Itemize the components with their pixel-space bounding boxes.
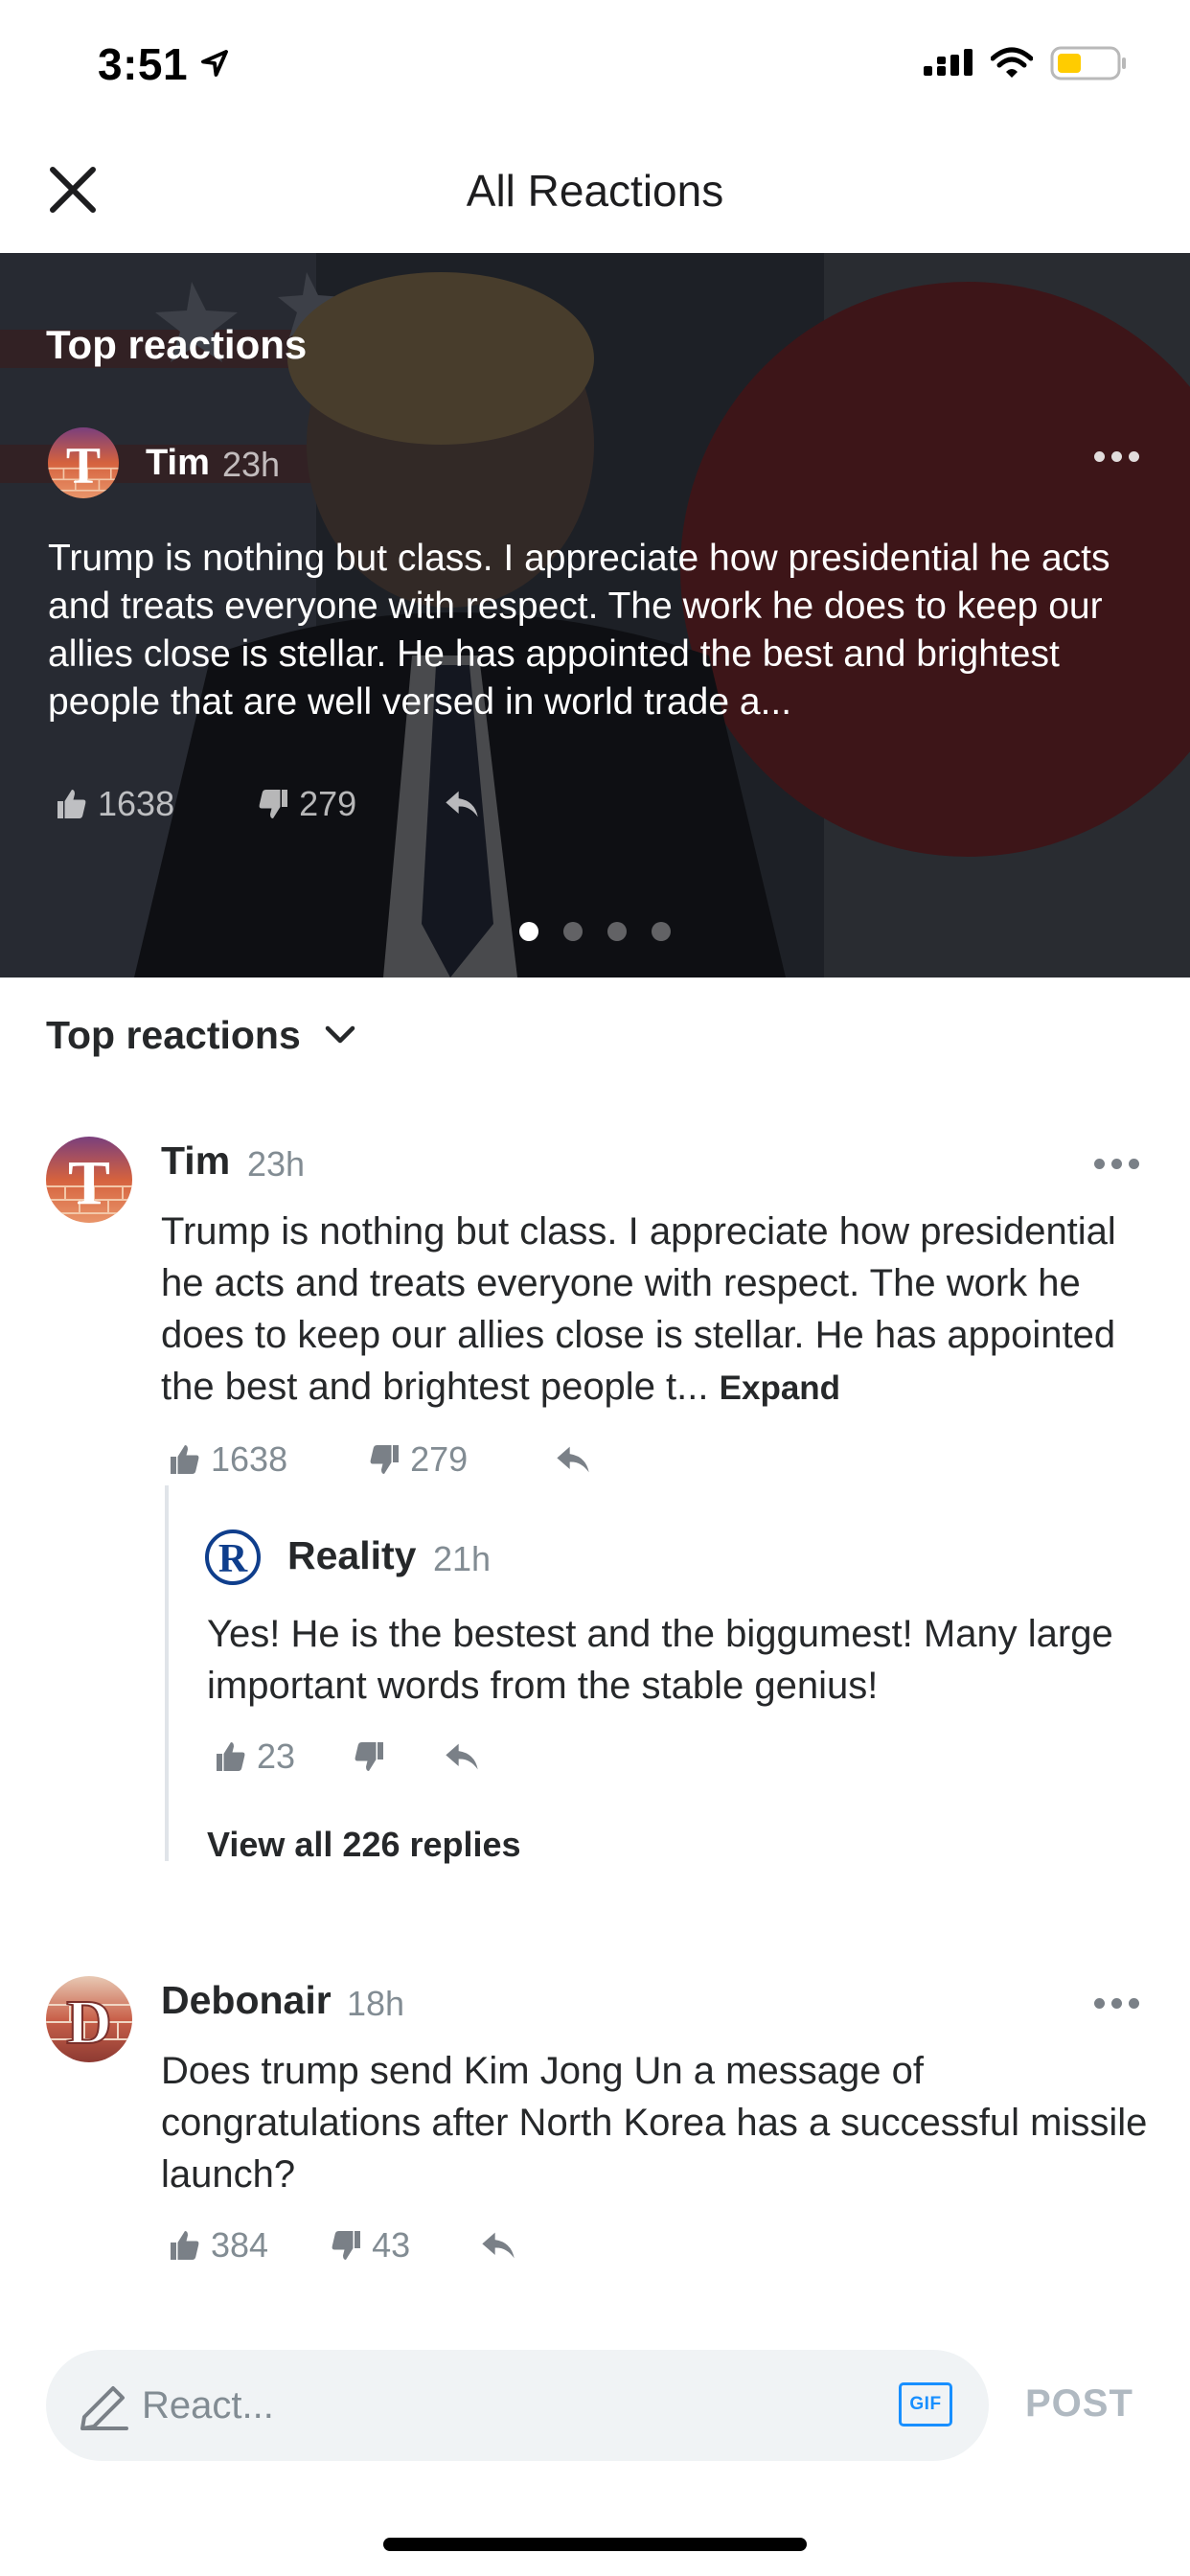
- comment-text[interactable]: Trump is nothing but class. I appreciate…: [161, 1206, 1157, 1414]
- page-dot-active[interactable]: [519, 922, 538, 941]
- avatar[interactable]: R: [205, 1530, 261, 1585]
- carousel-pagination: [0, 922, 1190, 941]
- status-time: 3:51: [98, 39, 189, 89]
- avatar-t-image: T: [48, 427, 119, 498]
- status-icons: [924, 42, 1127, 84]
- reply-button[interactable]: [479, 2229, 517, 2262]
- hero-author[interactable]: Tim: [146, 443, 210, 484]
- more-options-button[interactable]: [1085, 435, 1148, 477]
- thumbs-up-icon: [57, 790, 86, 818]
- pencil-icon: [80, 2386, 128, 2430]
- gif-button[interactable]: GIF: [899, 2382, 952, 2426]
- comment-item: T Tim 23h Trump is nothing but class. I …: [0, 1137, 1190, 1884]
- home-indicator: [383, 2538, 807, 2551]
- comment-text[interactable]: Does trump send Kim Jong Un a message of…: [161, 2045, 1157, 2200]
- like-button[interactable]: 23: [213, 1736, 295, 1777]
- svg-text:T: T: [68, 1148, 110, 1218]
- svg-text:T: T: [66, 437, 101, 494]
- reply-timestamp: 21h: [433, 1539, 492, 1578]
- like-button[interactable]: 384: [167, 2225, 268, 2266]
- avatar[interactable]: D: [46, 1976, 132, 2062]
- avatar-t-image: T: [46, 1137, 132, 1223]
- more-icon: [1093, 450, 1105, 462]
- top-reactions-carousel[interactable]: Top reactions T Tim 23h Trump is nothing…: [0, 253, 1190, 978]
- reply-text[interactable]: Yes! He is the bestest and the biggumest…: [207, 1608, 1146, 1712]
- comment-actions: 1638 279: [167, 1436, 592, 1484]
- dislike-button[interactable]: 43: [328, 2225, 410, 2266]
- post-button[interactable]: POST: [1025, 2382, 1133, 2426]
- svg-text:R: R: [218, 1537, 248, 1581]
- like-button[interactable]: 1638: [54, 784, 174, 824]
- dislike-count: 279: [299, 784, 357, 823]
- more-options-button[interactable]: [1085, 1144, 1148, 1183]
- hero-reaction-card: Top reactions T Tim 23h Trump is nothing…: [0, 253, 1190, 978]
- thumbs-up-icon: [217, 1742, 245, 1771]
- reply-icon: [446, 791, 478, 817]
- more-icon: [1093, 1997, 1105, 2009]
- avatar-r-image: R: [205, 1530, 261, 1585]
- comment-actions: 384 43: [167, 2221, 517, 2269]
- hero-timestamp: 23h: [222, 445, 281, 484]
- react-composer[interactable]: GIF: [46, 2350, 989, 2461]
- like-count: 1638: [211, 1439, 288, 1479]
- status-bar: 3:51: [0, 0, 1190, 130]
- avatar[interactable]: T: [46, 1137, 132, 1223]
- dislike-button[interactable]: 279: [366, 1439, 468, 1480]
- header: All Reactions: [0, 130, 1190, 253]
- comment-item: D Debonair 18h Does trump send Kim Jong …: [0, 1976, 1190, 2321]
- dislike-button[interactable]: 279: [255, 784, 356, 824]
- wifi-icon: [991, 47, 1033, 78]
- reply-actions: 23: [213, 1733, 481, 1781]
- avatar-d-image: D: [46, 1976, 132, 2062]
- reply-button[interactable]: [443, 788, 481, 820]
- comment-timestamp: 18h: [347, 1984, 405, 2023]
- like-count: 384: [211, 2225, 269, 2265]
- location-arrow-icon: [201, 50, 228, 77]
- reply-icon: [557, 1446, 589, 1473]
- page-dot[interactable]: [563, 922, 583, 941]
- comment-body: Trump is nothing but class. I appreciate…: [161, 1210, 1116, 1408]
- comment-timestamp: 23h: [247, 1144, 306, 1184]
- thumbs-down-icon: [370, 1445, 400, 1474]
- battery-icon: [1050, 46, 1126, 80]
- page-dot[interactable]: [607, 922, 627, 941]
- dislike-count: 279: [410, 1439, 469, 1479]
- comment-author[interactable]: Tim: [161, 1138, 230, 1184]
- reply-thread-line: [165, 1485, 169, 1861]
- page-title: All Reactions: [466, 166, 724, 216]
- like-count: 1638: [98, 784, 175, 823]
- svg-text:D: D: [66, 1988, 112, 2058]
- reply-button[interactable]: [554, 1443, 592, 1476]
- reply-icon: [446, 1743, 478, 1770]
- react-input[interactable]: [142, 2377, 889, 2434]
- thumbs-up-icon: [171, 2231, 199, 2260]
- hero-actions: 1638 279: [54, 780, 481, 828]
- thumbs-down-icon: [332, 2231, 361, 2260]
- sort-dropdown[interactable]: Top reactions: [46, 1008, 356, 1062]
- dislike-button[interactable]: [351, 1739, 387, 1774]
- thumbs-down-icon: [355, 1742, 384, 1771]
- chevron-down-icon: [325, 1025, 355, 1044]
- signal-icon: [924, 49, 973, 76]
- avatar[interactable]: T: [48, 427, 119, 498]
- reply-button[interactable]: [443, 1740, 481, 1773]
- hero-heading: Top reactions: [46, 322, 308, 367]
- reply-icon: [482, 2232, 515, 2259]
- more-icon: [1093, 1158, 1105, 1169]
- more-options-button[interactable]: [1085, 1984, 1148, 2022]
- thumbs-down-icon: [259, 790, 288, 818]
- dislike-count: 43: [372, 2225, 411, 2265]
- page-dot[interactable]: [652, 922, 671, 941]
- like-button[interactable]: 1638: [167, 1439, 287, 1480]
- like-count: 23: [257, 1736, 296, 1776]
- thumbs-up-icon: [171, 1445, 199, 1474]
- sort-label: Top reactions: [46, 1012, 301, 1057]
- comment-author[interactable]: Debonair: [161, 1978, 332, 2023]
- hero-reaction-text[interactable]: Trump is nothing but class. I appreciate…: [48, 535, 1150, 726]
- expand-link[interactable]: Expand: [720, 1369, 840, 1407]
- reply-author[interactable]: Reality: [287, 1533, 416, 1578]
- view-all-replies-link[interactable]: View all 226 replies: [207, 1825, 521, 1865]
